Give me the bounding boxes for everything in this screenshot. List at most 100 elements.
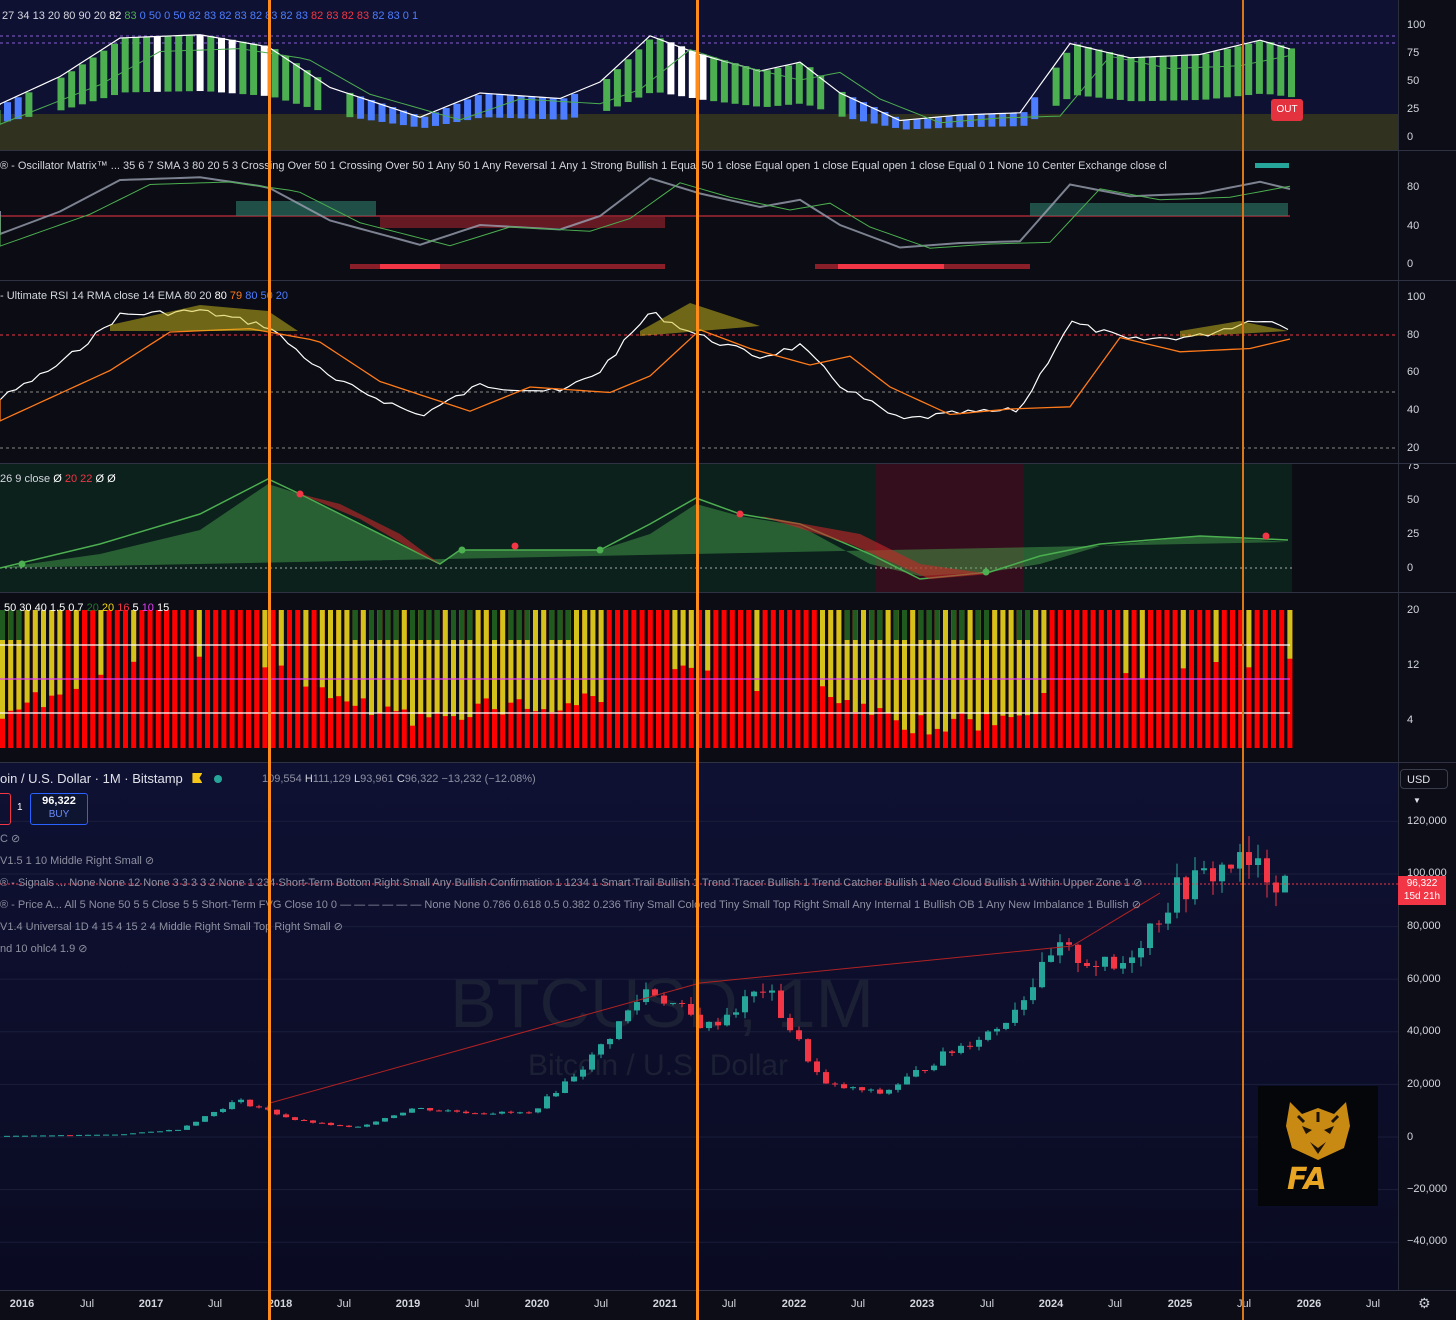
order-quantity[interactable]: 1	[17, 802, 23, 813]
indicator-label: ® - Signals ... None None 12 None 3 3 3 …	[0, 877, 1131, 889]
oscillator-matrix-pane[interactable]: ® - Oscillator Matrix™ ... 35 6 7 SMA 3 …	[0, 151, 1456, 280]
currency-select[interactable]: USD ▼	[1400, 769, 1448, 805]
candle-body	[481, 1113, 487, 1115]
indicator-label: ® - Price A... All 5 None 50 5 5 Close 5…	[0, 899, 1129, 911]
cycle-marker-line[interactable]	[696, 0, 699, 1320]
pane3-price-axis[interactable]: 100 80 60 40 20	[1398, 281, 1456, 463]
time-axis-label: Jul	[1236, 1298, 1252, 1310]
histogram-bar	[720, 60, 728, 103]
candle-body	[553, 1092, 559, 1097]
indicator-row[interactable]: V1.5 1 10 Middle Right Small ⊘	[0, 854, 154, 867]
histogram-bar	[646, 39, 653, 94]
candle-body	[202, 1116, 208, 1122]
candle-body	[49, 1135, 55, 1137]
indicator-row[interactable]: ® - Price A... All 5 None 50 5 5 Close 5…	[0, 898, 1141, 911]
hidden-eye-icon[interactable]: ⊘	[334, 921, 343, 933]
candle-body	[859, 1087, 865, 1091]
candle-body	[886, 1089, 892, 1094]
strength-bar-top	[984, 610, 989, 640]
strength-bar-overlay	[1213, 610, 1219, 662]
candle-body	[580, 1069, 586, 1077]
strength-bars-pane[interactable]: 50 30 40 1.5 0.7 20 20 16 5 10 15 20 12 …	[0, 593, 1456, 762]
legend-value: 83	[326, 10, 342, 22]
candle-body	[877, 1089, 883, 1094]
histogram-bar	[346, 92, 354, 118]
buy-button[interactable]: 96,322 BUY	[30, 793, 88, 825]
cycle-marker-line[interactable]	[268, 0, 271, 1320]
high-value: 111,129	[312, 773, 351, 785]
candle-body	[1030, 987, 1036, 1001]
strength-bar-overlay	[319, 610, 325, 688]
candle-body	[976, 1039, 982, 1047]
candle-body	[1039, 961, 1045, 988]
hidden-eye-icon[interactable]: ⊘	[145, 855, 154, 867]
histogram-bar	[100, 50, 108, 99]
strength-bar-overlay	[73, 610, 79, 689]
candle-body	[625, 1010, 631, 1022]
candle-body	[1066, 942, 1072, 945]
momentum-histogram-pane[interactable]: 27 34 13 20 80 90 20 82 83 0 50 0 50 82 …	[0, 0, 1456, 150]
indicator-row[interactable]: ® - Signals ... None None 12 None 3 3 3 …	[0, 876, 1142, 889]
candle-body	[22, 1135, 28, 1137]
strength-bar-top	[902, 610, 907, 640]
strength-bar-top	[426, 610, 432, 640]
histogram-bar	[731, 63, 739, 104]
histogram-bar	[667, 42, 675, 95]
sell-button[interactable]	[0, 793, 11, 825]
histogram-bar	[1084, 47, 1092, 97]
candle-body	[1075, 944, 1081, 963]
price-tick: 120,000	[1407, 815, 1447, 827]
pane1-price-axis[interactable]: 100 75 50 25 0	[1398, 0, 1456, 150]
hidden-eye-icon[interactable]: ⊘	[1132, 899, 1141, 911]
pane1-tick: 100	[1407, 19, 1426, 31]
pane4-tick: 50	[1407, 494, 1420, 506]
candle-body	[409, 1108, 415, 1113]
strength-bar-top	[975, 610, 981, 640]
time-axis-label: 2022	[781, 1298, 807, 1310]
hidden-eye-icon[interactable]: ⊘	[1133, 877, 1142, 889]
strength-bar-top	[549, 610, 555, 640]
main-price-axis[interactable]: 120,000 100,000 80,000 60,000 40,000 20,…	[1398, 763, 1456, 1290]
pane5-tick: 20	[1407, 604, 1420, 616]
rsi-legend-main: - Ultimate RSI 14 RMA close 14 EMA 80 20	[0, 290, 212, 302]
strength-bar-top	[959, 610, 965, 640]
legend-value: 0	[402, 10, 412, 22]
histogram-bar	[506, 94, 514, 119]
macd-pane[interactable]: 26 9 close Ø 20 22 Ø Ø 75 50 25 0	[0, 464, 1456, 592]
candle-body	[346, 1125, 352, 1127]
candle-body	[238, 1099, 244, 1103]
candle-body	[211, 1111, 217, 1117]
candle-body	[337, 1125, 343, 1127]
time-axis-label: Jul	[336, 1298, 352, 1310]
indicator-row[interactable]: C ⊘	[0, 832, 20, 845]
flag-icon[interactable]	[192, 773, 203, 783]
strength-bar-top	[410, 610, 415, 640]
legend-value: 83	[124, 10, 140, 22]
strength-bar-top	[524, 610, 530, 640]
candle-body	[508, 1111, 514, 1113]
pane4-price-axis[interactable]: 75 50 25 0	[1398, 464, 1456, 592]
indicator-row[interactable]: nd 10 ohlc4 1.9 ⊘	[0, 942, 88, 955]
time-axis-label: 2017	[138, 1298, 164, 1310]
legend-value: 10	[141, 602, 157, 614]
pane5-price-axis[interactable]: 20 12 4	[1398, 593, 1456, 762]
ultimate-rsi-legend: - Ultimate RSI 14 RMA close 14 EMA 80 20…	[0, 290, 288, 302]
ultimate-rsi-plot	[0, 303, 1398, 449]
histogram-bar	[421, 116, 429, 128]
candle-body	[904, 1076, 910, 1085]
hidden-eye-icon[interactable]: ⊘	[11, 833, 20, 845]
histogram-bar	[207, 35, 215, 92]
hidden-eye-icon[interactable]: ⊘	[78, 943, 87, 955]
pane2-price-axis[interactable]: 80 40 0	[1398, 151, 1456, 280]
candle-body	[1246, 852, 1252, 866]
settings-gear-icon[interactable]: ⚙	[1418, 1296, 1431, 1312]
ultimate-rsi-pane[interactable]: - Ultimate RSI 14 RMA close 14 EMA 80 20…	[0, 281, 1456, 463]
histogram-bar	[1074, 44, 1081, 96]
price-tick: 20,000	[1407, 1078, 1441, 1090]
symbol-title[interactable]: oin / U.S. Dollar · 1M · Bitstamp	[0, 771, 183, 786]
cycle-marker-line[interactable]	[1242, 0, 1244, 1320]
legend-value: 34	[17, 10, 33, 22]
indicator-row[interactable]: V1.4 Universal 1D 4 15 4 15 2 4 Middle R…	[0, 920, 343, 933]
strength-bar-overlay	[303, 610, 309, 687]
main-price-pane[interactable]: BTCUSD, 1M Bitcoin / U.S. Dollar 120,000…	[0, 763, 1456, 1290]
